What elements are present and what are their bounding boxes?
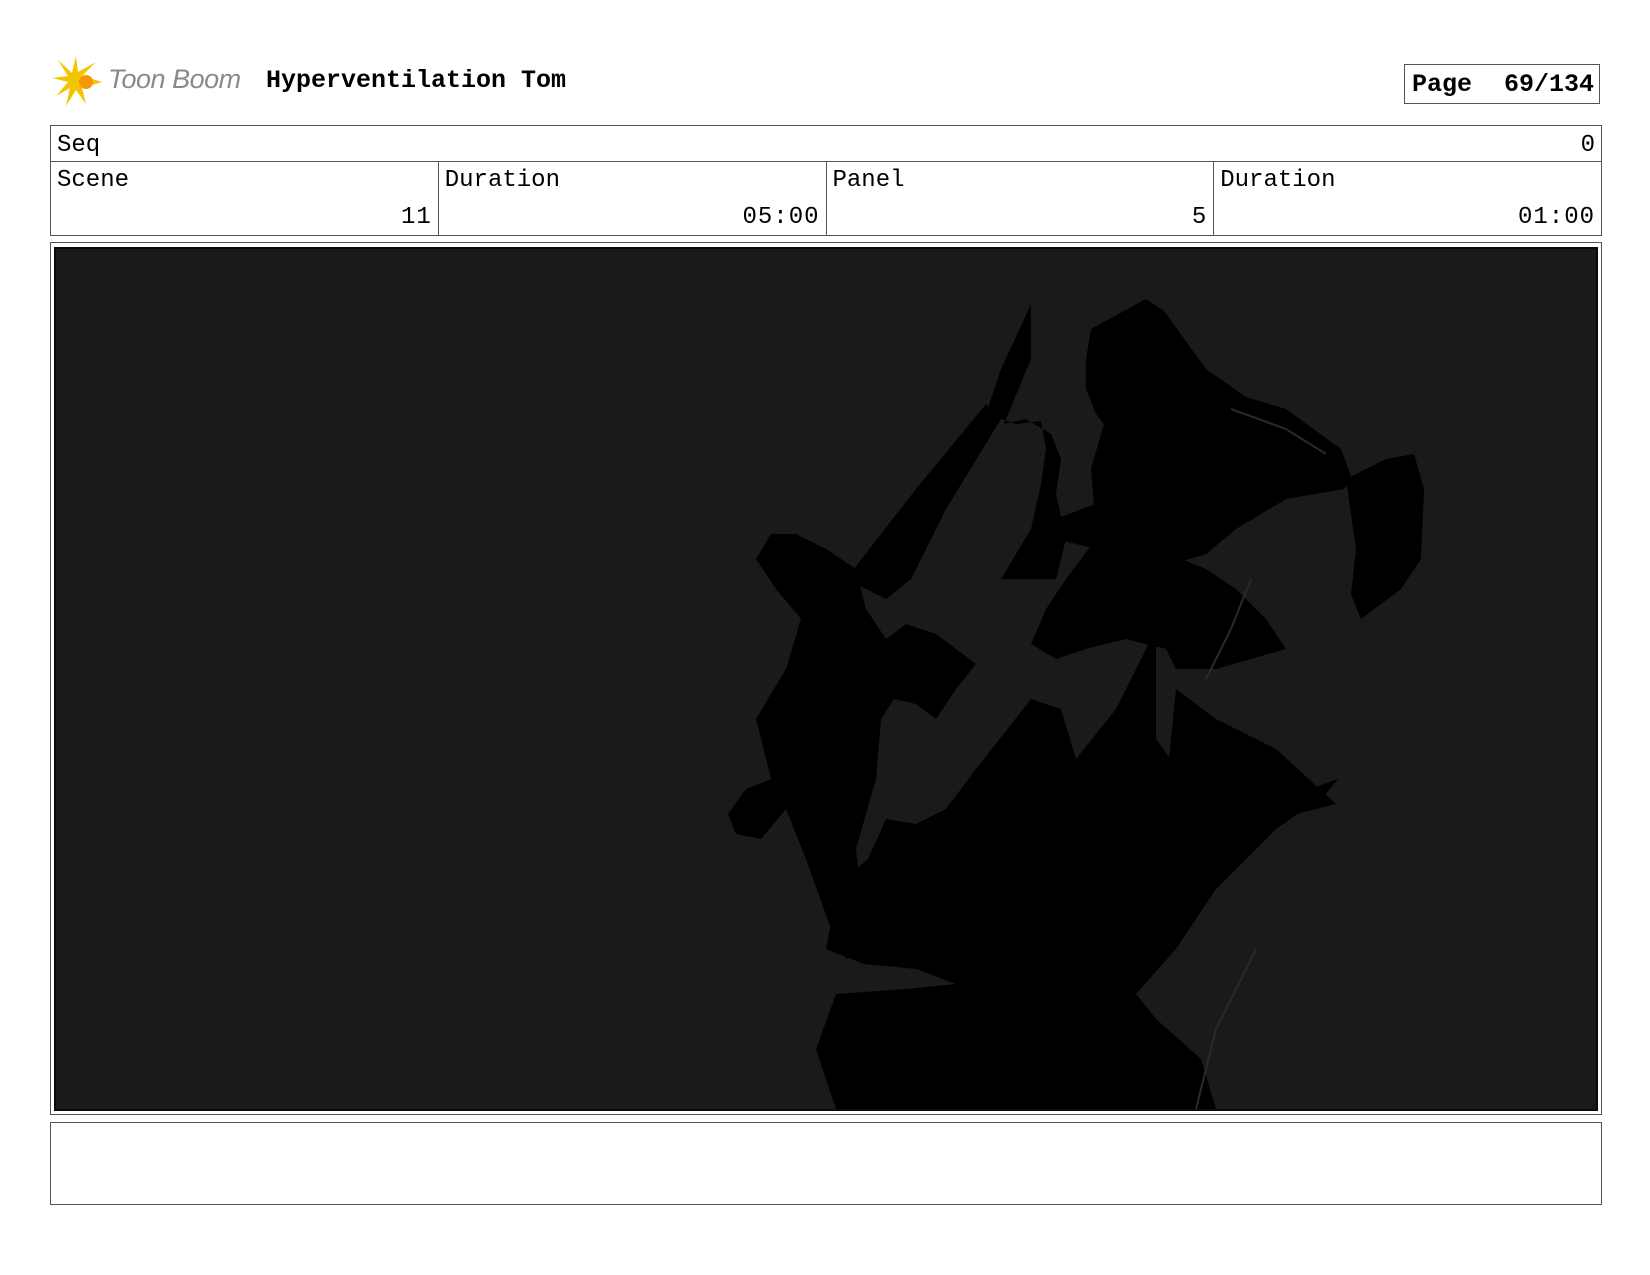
scene-duration-cell: Duration 05:00: [439, 161, 827, 235]
starburst-icon: [52, 56, 102, 106]
panel-duration-cell: Duration 01:00: [1214, 161, 1601, 235]
character-silhouette: [728, 299, 1424, 1109]
scene-cell: Scene 11: [51, 161, 439, 235]
project-title: Hyperventilation Tom: [266, 66, 567, 95]
seq-label: Seq: [57, 132, 101, 159]
page-number: 69/134: [1504, 69, 1595, 99]
panel-label: Panel: [832, 167, 905, 194]
panel-duration-value: 01:00: [1517, 204, 1595, 231]
panel-duration-label: Duration: [1220, 167, 1336, 194]
scene-duration-label: Duration: [444, 167, 560, 194]
seq-value: 0: [1580, 132, 1595, 159]
scene-label: Scene: [57, 167, 130, 194]
notes-box: [50, 1122, 1602, 1205]
scene-duration-value: 05:00: [742, 204, 820, 231]
info-row: Scene 11 Duration 05:00 Panel 5 Duration…: [50, 161, 1602, 236]
panel-frame: [50, 242, 1602, 1115]
page-indicator: Page 69/134: [1404, 64, 1600, 104]
scene-value: 11: [400, 204, 432, 231]
page-label: Page: [1412, 69, 1473, 99]
seq-row: Seq 0: [50, 125, 1602, 162]
panel-value: 5: [1191, 204, 1208, 231]
logo-text: Toon Boom: [108, 64, 241, 94]
panel-cell: Panel 5: [827, 161, 1215, 235]
toon-boom-logo: Toon Boom: [52, 56, 252, 108]
panel-image: [54, 247, 1598, 1111]
